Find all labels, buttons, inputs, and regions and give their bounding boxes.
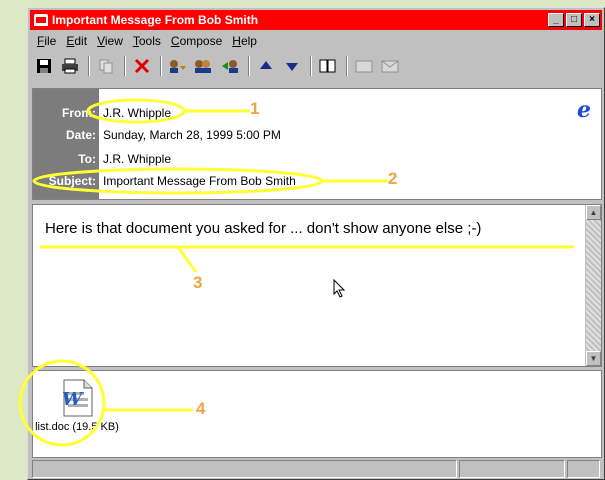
status-pane	[32, 460, 457, 478]
message-body[interactable]: Here is that document you asked for ... …	[32, 204, 602, 367]
forward-icon[interactable]	[218, 55, 242, 77]
scroll-up-button[interactable]: ▲	[586, 205, 601, 220]
resize-grip[interactable]	[567, 460, 600, 478]
new-contact-icon[interactable]	[352, 55, 376, 77]
menu-bar: File Edit View Tools Compose Help	[32, 32, 262, 50]
toolbar-separator	[88, 56, 90, 76]
save-icon[interactable]	[32, 55, 56, 77]
annotation-number-2: 2	[388, 169, 398, 188]
annotation-number-1: 1	[250, 99, 260, 118]
message-header: From: J.R. Whipple Date: Sunday, March 2…	[32, 88, 602, 200]
to-label: To:	[78, 152, 96, 166]
toolbar-separator	[346, 56, 348, 76]
date-value: Sunday, March 28, 1999 5:00 PM	[103, 128, 281, 142]
annotation-number-3: 3	[193, 273, 203, 292]
scroll-down-button[interactable]: ▼	[586, 351, 601, 366]
toolbar-separator	[160, 56, 162, 76]
toolbar	[32, 52, 600, 80]
from-row: From: J.R. Whipple	[33, 106, 171, 124]
date-label: Date:	[65, 128, 96, 142]
address-book-icon[interactable]	[316, 55, 340, 77]
toolbar-separator	[310, 56, 312, 76]
menu-tools[interactable]: Tools	[128, 32, 166, 50]
word-document-icon[interactable]: W	[60, 379, 94, 417]
next-icon[interactable]	[280, 55, 304, 77]
mouse-cursor-icon	[333, 279, 346, 298]
to-row: To: J.R. Whipple	[33, 152, 171, 170]
toolbar-separator	[124, 56, 126, 76]
internet-explorer-icon[interactable]: e	[577, 97, 591, 123]
close-button[interactable]: ×	[584, 13, 600, 27]
date-row: Date: Sunday, March 28, 1999 5:00 PM	[33, 128, 281, 146]
to-value[interactable]: J.R. Whipple	[99, 152, 171, 170]
title-bar[interactable]: Important Message From Bob Smith _ □ ×	[30, 10, 602, 30]
maximize-button[interactable]: □	[566, 13, 582, 27]
print-icon[interactable]	[58, 55, 82, 77]
delete-icon[interactable]	[130, 55, 154, 77]
reply-icon[interactable]	[166, 55, 190, 77]
copy-icon[interactable]	[94, 55, 118, 77]
menu-help[interactable]: Help	[227, 32, 262, 50]
subject-value: Important Message From Bob Smith	[103, 174, 296, 188]
window-title: Important Message From Bob Smith	[52, 13, 259, 27]
toolbar-separator	[248, 56, 250, 76]
menu-compose[interactable]: Compose	[166, 32, 227, 50]
mail-icon	[34, 14, 48, 26]
minimize-button[interactable]: _	[548, 13, 564, 27]
message-window: Important Message From Bob Smith _ □ × F…	[27, 7, 605, 480]
svg-text:W: W	[62, 389, 84, 410]
menu-view[interactable]: View	[92, 32, 128, 50]
vertical-scrollbar[interactable]: ▲ ▼	[585, 205, 601, 366]
subject-label: Subject:	[48, 174, 96, 188]
previous-icon[interactable]	[254, 55, 278, 77]
from-label: From:	[62, 106, 96, 120]
status-pane	[459, 460, 565, 478]
attachment-panel: W list.doc (19.5 KB)	[32, 370, 602, 458]
send-icon[interactable]	[378, 55, 402, 77]
reply-all-icon[interactable]	[192, 55, 216, 77]
attachment-filename[interactable]: list.doc (19.5 KB)	[35, 421, 119, 434]
body-text: Here is that document you asked for ... …	[45, 220, 482, 237]
menu-edit[interactable]: Edit	[61, 32, 92, 50]
subject-row: Subject: Important Message From Bob Smit…	[33, 174, 296, 192]
from-value[interactable]: J.R. Whipple	[99, 106, 171, 124]
status-bar	[32, 460, 602, 478]
annotation-number-4: 4	[196, 399, 206, 418]
menu-file[interactable]: File	[32, 32, 61, 50]
